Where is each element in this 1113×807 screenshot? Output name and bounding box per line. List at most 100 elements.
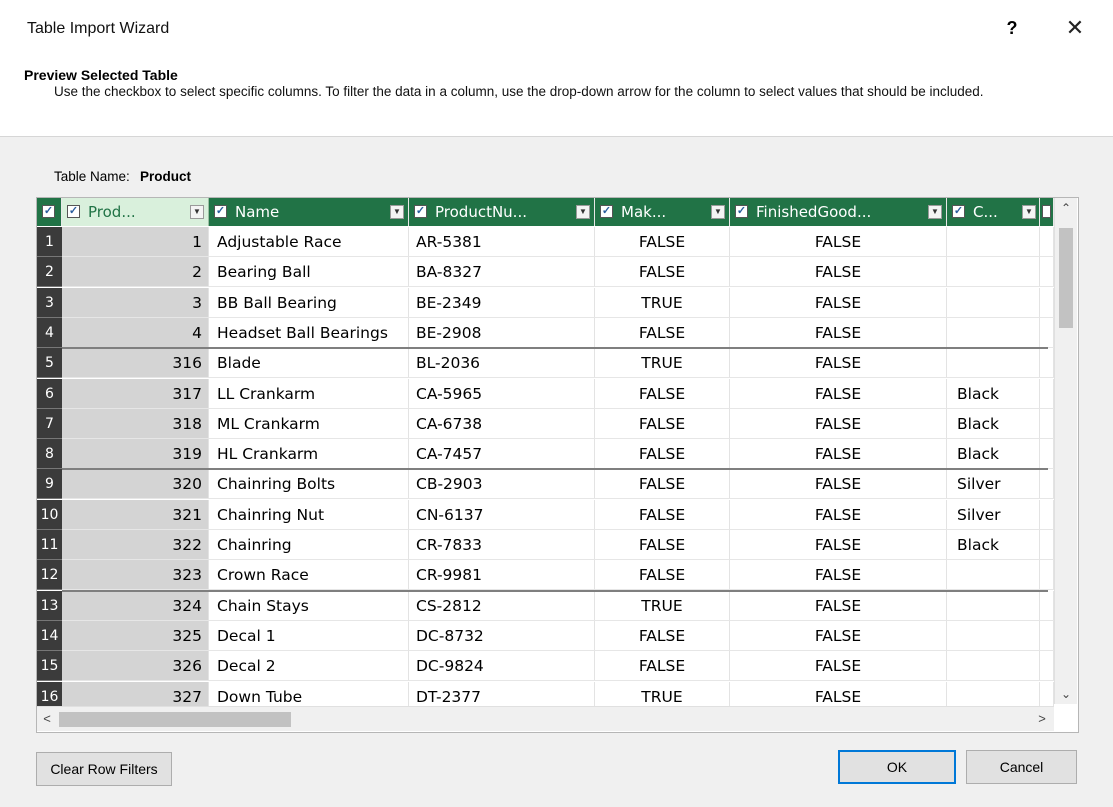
horizontal-scroll-thumb[interactable]: [59, 712, 291, 727]
column-header-color[interactable]: ✓ C... ▼: [947, 198, 1040, 226]
column-checkbox[interactable]: [1042, 205, 1051, 218]
filter-dropdown-icon[interactable]: ▼: [190, 205, 204, 219]
cell-finished: FALSE: [730, 651, 947, 681]
cell-name: Chainring Nut: [209, 500, 409, 530]
column-header-productid[interactable]: ✓ Prod... ▼: [62, 198, 209, 226]
cell-code: BE-2349: [409, 288, 595, 318]
filter-dropdown-icon[interactable]: ▼: [576, 205, 590, 219]
cell-make: FALSE: [595, 530, 730, 560]
vertical-scrollbar[interactable]: ⌃ ⌄: [1054, 198, 1077, 704]
column-header-makeflag[interactable]: ✓ Mak... ▼: [595, 198, 730, 226]
table-name-label: Table Name:: [54, 169, 130, 184]
column-label: Mak...: [621, 203, 667, 221]
cell-id: 322: [62, 530, 209, 560]
row-number[interactable]: 11: [37, 530, 62, 560]
clear-row-filters-button[interactable]: Clear Row Filters: [36, 752, 172, 786]
cell-finished: FALSE: [730, 500, 947, 530]
cell-finished: FALSE: [730, 288, 947, 318]
cell-finished: FALSE: [730, 379, 947, 409]
column-header-finishedgoodsflag[interactable]: ✓ FinishedGood... ▼: [730, 198, 947, 226]
column-label: C...: [973, 203, 998, 221]
row-number[interactable]: 8: [37, 439, 62, 469]
cell-partial: [1040, 227, 1054, 257]
cell-make: FALSE: [595, 257, 730, 287]
cell-partial: [1040, 257, 1054, 287]
scroll-left-icon[interactable]: <: [37, 709, 57, 729]
cell-make: FALSE: [595, 500, 730, 530]
cell-finished: FALSE: [730, 621, 947, 651]
select-all-checkbox[interactable]: ✓: [42, 205, 55, 218]
cell-code: CA-6738: [409, 409, 595, 439]
row-number[interactable]: 3: [37, 288, 62, 318]
cell-code: AR-5381: [409, 227, 595, 257]
cell-partial: [1040, 288, 1054, 318]
ok-button[interactable]: OK: [838, 750, 956, 784]
scroll-down-icon[interactable]: ⌄: [1055, 684, 1077, 704]
cell-id: 319: [62, 439, 209, 469]
cell-name: Blade: [209, 348, 409, 378]
cell-id: 317: [62, 379, 209, 409]
cell-name: Adjustable Race: [209, 227, 409, 257]
row-number[interactable]: 7: [37, 409, 62, 439]
cell-name: Chain Stays: [209, 591, 409, 621]
cell-code: CR-7833: [409, 530, 595, 560]
row-number[interactable]: 5: [37, 348, 62, 378]
cell-code: BA-8327: [409, 257, 595, 287]
cell-partial: [1040, 651, 1054, 681]
column-label: ProductNu...: [435, 203, 527, 221]
row-number[interactable]: 6: [37, 379, 62, 409]
row-number[interactable]: 10: [37, 500, 62, 530]
row-number[interactable]: 13: [37, 591, 62, 621]
column-checkbox[interactable]: ✓: [414, 205, 427, 218]
cell-partial: [1040, 409, 1054, 439]
filter-dropdown-icon[interactable]: ▼: [390, 205, 404, 219]
row-number[interactable]: 14: [37, 621, 62, 651]
column-checkbox[interactable]: ✓: [67, 205, 80, 218]
cell-name: ML Crankarm: [209, 409, 409, 439]
cell-partial: [1040, 500, 1054, 530]
cell-make: FALSE: [595, 379, 730, 409]
filter-dropdown-icon[interactable]: ▼: [711, 205, 725, 219]
row-number[interactable]: 2: [37, 257, 62, 287]
column-header-productnumber[interactable]: ✓ ProductNu... ▼: [409, 198, 595, 226]
cell-color: Black: [947, 439, 1040, 469]
cell-color: Silver: [947, 469, 1040, 499]
cell-finished: FALSE: [730, 227, 947, 257]
column-header-name[interactable]: ✓ Name ▼: [209, 198, 409, 226]
horizontal-scrollbar[interactable]: < >: [37, 706, 1054, 731]
cell-name: Chainring Bolts: [209, 469, 409, 499]
row-number[interactable]: 4: [37, 318, 62, 348]
column-checkbox[interactable]: ✓: [214, 205, 227, 218]
vertical-scroll-thumb[interactable]: [1059, 228, 1073, 328]
cell-color: [947, 651, 1040, 681]
cell-make: FALSE: [595, 439, 730, 469]
cell-color: [947, 591, 1040, 621]
scroll-up-icon[interactable]: ⌃: [1055, 198, 1077, 218]
row-number[interactable]: 12: [37, 560, 62, 590]
cell-make: TRUE: [595, 591, 730, 621]
close-icon[interactable]: ✕: [1060, 14, 1090, 42]
cell-id: 316: [62, 348, 209, 378]
row-number[interactable]: 15: [37, 651, 62, 681]
scroll-right-icon[interactable]: >: [1032, 709, 1052, 729]
cell-finished: FALSE: [730, 591, 947, 621]
cell-id: 320: [62, 469, 209, 499]
cell-finished: FALSE: [730, 469, 947, 499]
column-label: Prod...: [88, 203, 136, 221]
column-checkbox[interactable]: ✓: [600, 205, 613, 218]
filter-dropdown-icon[interactable]: ▼: [1022, 205, 1036, 219]
title-bar: Table Import Wizard ? ✕: [0, 0, 1113, 54]
cancel-button[interactable]: Cancel: [966, 750, 1077, 784]
column-checkbox[interactable]: ✓: [952, 205, 965, 218]
cell-id: 4: [62, 318, 209, 348]
table-name-value: Product: [140, 169, 192, 184]
help-button[interactable]: ?: [1000, 14, 1024, 42]
row-number[interactable]: 1: [37, 227, 62, 257]
column-checkbox[interactable]: ✓: [735, 205, 748, 218]
filter-dropdown-icon[interactable]: ▼: [928, 205, 942, 219]
cell-code: CN-6137: [409, 500, 595, 530]
cell-code: CB-2903: [409, 469, 595, 499]
row-number[interactable]: 9: [37, 469, 62, 499]
cell-id: 323: [62, 560, 209, 590]
cell-code: CS-2812: [409, 591, 595, 621]
